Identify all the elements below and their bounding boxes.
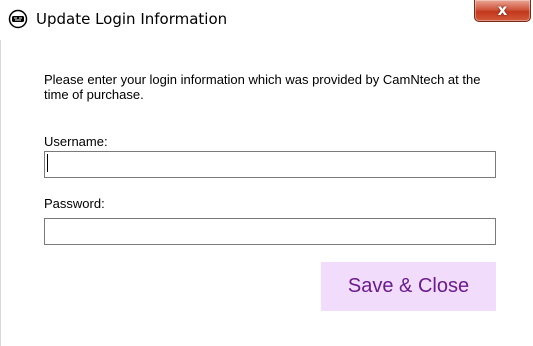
- close-button[interactable]: x: [474, 0, 531, 22]
- save-close-button[interactable]: Save & Close: [321, 262, 496, 311]
- window-title: Update Login Information: [36, 10, 228, 28]
- password-label: Password:: [44, 196, 105, 211]
- password-input[interactable]: [44, 218, 496, 245]
- dialog-content: Please enter your login information whic…: [0, 40, 533, 346]
- title-bar[interactable]: Update Login Information x: [0, 0, 533, 40]
- text-caret: [47, 154, 48, 172]
- username-input[interactable]: [44, 151, 496, 178]
- login-dialog: Update Login Information x Please enter …: [0, 0, 533, 346]
- username-label: Username:: [44, 134, 108, 149]
- close-icon: x: [497, 1, 508, 19]
- instructions-text: Please enter your login information whic…: [44, 72, 481, 102]
- gamepad-icon: [8, 9, 28, 29]
